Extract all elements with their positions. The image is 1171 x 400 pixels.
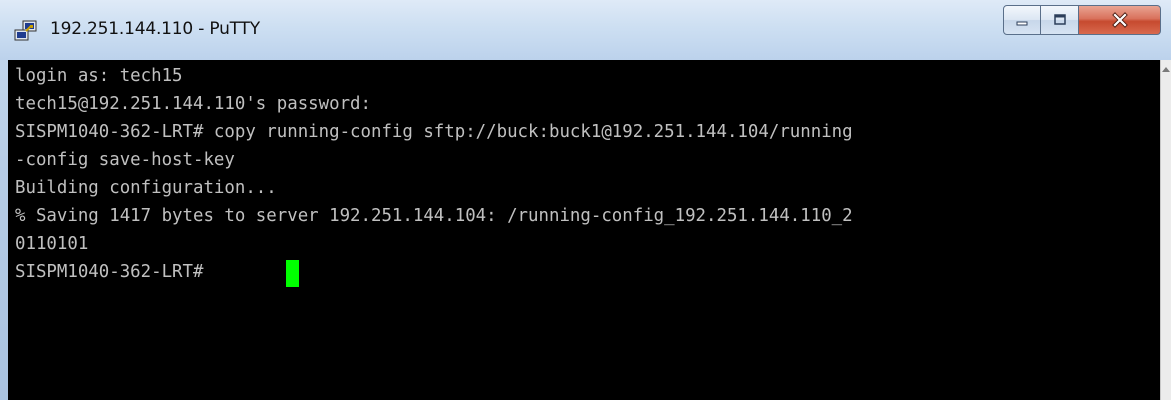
terminal-line: login as: tech15 — [15, 66, 183, 86]
terminal-line: Building configuration... — [15, 178, 277, 198]
terminal-line: SISPM1040-362-LRT# copy running-config s… — [15, 122, 853, 142]
scroll-up-arrow-icon[interactable] — [1162, 67, 1170, 72]
terminal-line: 0110101 — [15, 234, 89, 254]
putty-window: 192.251.144.110 - PuTTY login as: tech15… — [0, 0, 1171, 400]
title-bar[interactable]: 192.251.144.110 - PuTTY — [0, 0, 1171, 60]
terminal-line: SISPM1040-362-LRT# — [15, 262, 214, 282]
window-title: 192.251.144.110 - PuTTY — [50, 19, 260, 39]
vertical-scrollbar[interactable] — [1160, 60, 1171, 400]
terminal-line: tech15@192.251.144.110's password: — [15, 94, 371, 114]
close-icon — [1111, 12, 1128, 28]
terminal-cursor — [286, 260, 299, 287]
terminal-line: % Saving 1417 bytes to server 192.251.14… — [15, 206, 853, 226]
maximize-icon — [1053, 14, 1066, 25]
minimize-icon — [1016, 21, 1028, 26]
maximize-button[interactable] — [1041, 5, 1079, 35]
window-controls — [1003, 5, 1171, 35]
putty-icon — [14, 20, 37, 41]
terminal-line: -config save-host-key — [15, 150, 235, 170]
close-button[interactable] — [1079, 5, 1161, 35]
terminal-screen[interactable]: login as: tech15 tech15@192.251.144.110'… — [8, 60, 1160, 400]
minimize-button[interactable] — [1003, 5, 1041, 35]
